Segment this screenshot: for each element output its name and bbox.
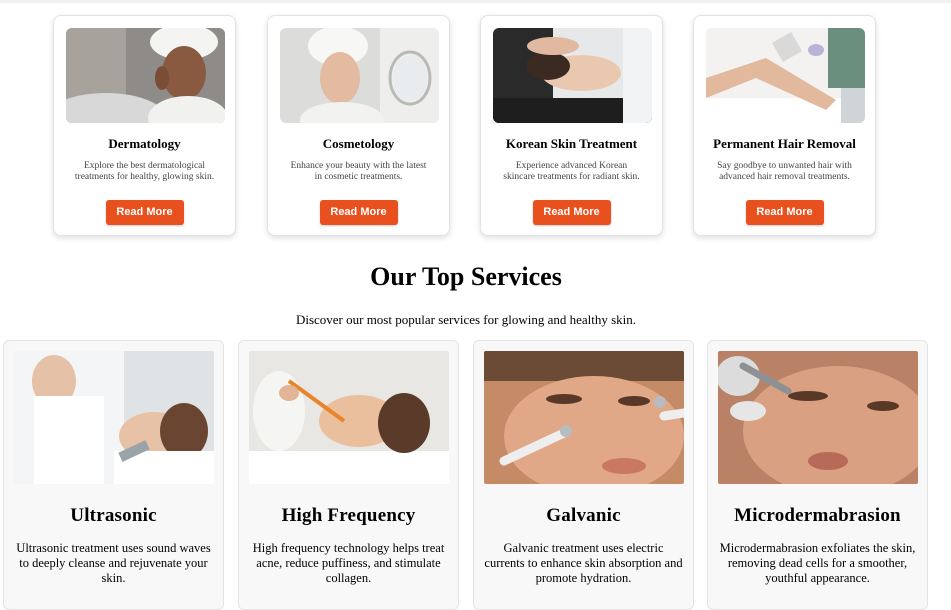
category-card-hair-removal: Permanent Hair Removal Say goodbye to un… — [693, 15, 876, 236]
service-description: Microdermabrasion exfoliates the skin, r… — [719, 541, 916, 585]
korean-skin-treatment-image — [493, 28, 652, 123]
service-title: Microdermabrasion — [734, 505, 901, 526]
header-divider — [0, 0, 951, 3]
read-more-button[interactable]: Read More — [745, 200, 824, 225]
category-description: Explore the best dermatological treatmen… — [74, 161, 215, 182]
cosmetology-image — [280, 28, 439, 123]
read-more-button[interactable]: Read More — [532, 200, 611, 225]
category-card-korean-skin: Korean Skin Treatment Experience advance… — [480, 15, 663, 236]
category-description: Say goodbye to unwanted hair with advanc… — [717, 161, 852, 182]
service-description: High frequency technology helps treat ac… — [252, 541, 445, 585]
service-card-galvanic[interactable]: Galvanic Galvanic treatment uses electri… — [473, 340, 694, 610]
service-title: High Frequency — [281, 505, 416, 526]
hair-removal-image — [706, 28, 865, 123]
section-title: Our Top Services — [370, 262, 562, 291]
category-title: Korean Skin Treatment — [505, 136, 638, 151]
service-title: Ultrasonic — [70, 505, 157, 526]
ultrasonic-image — [14, 351, 214, 484]
category-description: Enhance your beauty with the latest in c… — [290, 161, 427, 182]
service-description: Ultrasonic treatment uses sound waves to… — [16, 541, 211, 585]
high-frequency-image — [249, 351, 449, 484]
category-title: Dermatology — [108, 136, 181, 151]
service-title: Galvanic — [546, 505, 621, 526]
category-description: Experience advanced Korean skincare trea… — [503, 161, 640, 182]
category-title: Permanent Hair Removal — [713, 136, 856, 151]
category-card-dermatology: Dermatology Explore the best dermatologi… — [53, 15, 236, 236]
service-description: Galvanic treatment uses electric current… — [484, 541, 683, 585]
section-subtitle: Discover our most popular services for g… — [295, 312, 637, 327]
read-more-button[interactable]: Read More — [319, 200, 398, 225]
category-card-cosmetology: Cosmetology Enhance your beauty with the… — [267, 15, 450, 236]
service-card-ultrasonic[interactable]: Ultrasonic Ultrasonic treatment uses sou… — [3, 340, 224, 610]
service-card-microdermabrasion[interactable]: Microdermabrasion Microdermabrasion exfo… — [707, 340, 928, 610]
read-more-button[interactable]: Read More — [105, 200, 184, 225]
service-card-high-frequency[interactable]: High Frequency High frequency technology… — [238, 340, 459, 610]
galvanic-image — [484, 351, 684, 484]
dermatology-image — [66, 28, 225, 123]
category-title: Cosmetology — [322, 136, 395, 151]
microdermabrasion-image — [718, 351, 918, 484]
